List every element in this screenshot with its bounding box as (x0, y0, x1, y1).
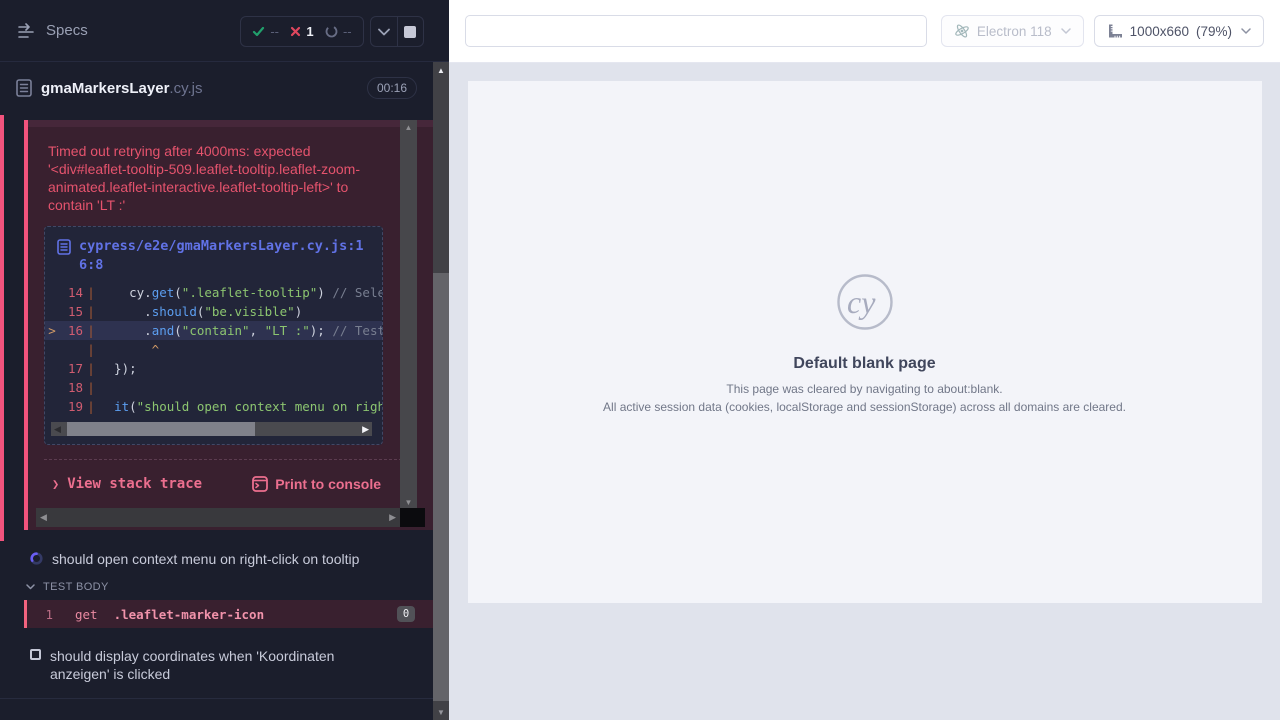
run-controls (370, 16, 424, 47)
error-message: Timed out retrying after 4000ms: expecte… (48, 142, 391, 214)
viewport-selector[interactable]: 1000x660 (79%) (1094, 15, 1264, 47)
spec-file-icon (16, 79, 32, 97)
svg-text:cy: cy (847, 284, 876, 320)
aut-blank-page: cy Default blank page This page was clea… (468, 81, 1262, 603)
command-row[interactable]: 1 get .leaflet-marker-icon 0 (24, 600, 433, 628)
stop-icon (404, 26, 416, 38)
code-line: 18| (45, 378, 382, 397)
specs-menu-icon[interactable] (16, 23, 36, 39)
stat-passed: -- (252, 24, 279, 39)
blank-page-line2: All active session data (cookies, localS… (603, 400, 1126, 414)
error-vertical-scrollbar[interactable]: ▲ ▼ (400, 120, 417, 510)
browser-selector[interactable]: Electron 118 (941, 15, 1084, 47)
code-line: 14| cy.get(".leaflet-tooltip") // Sele (45, 283, 382, 302)
error-footer: ❯View stack trace Print to console (28, 476, 433, 492)
stat-pending: -- (325, 24, 352, 39)
reporter-panel: Specs -- 1 (0, 0, 449, 720)
code-frame: cypress/e2e/gmaMarkersLayer.cy.js:16:8 1… (44, 226, 383, 445)
not-run-square-icon (30, 649, 41, 660)
collapse-button[interactable] (371, 17, 397, 46)
chevron-right-icon: ❯ (52, 477, 59, 491)
spec-timer-badge: 00:16 (367, 77, 417, 99)
code-rows: 14| cy.get(".leaflet-tooltip") // Sele15… (45, 283, 382, 416)
scroll-up-arrow-icon[interactable]: ▲ (405, 123, 413, 132)
test-stats: -- 1 -- (240, 16, 364, 47)
console-icon (252, 476, 268, 492)
scroll-right-arrow-icon[interactable]: ▶ (362, 422, 369, 436)
scroll-down-arrow-icon[interactable]: ▼ (433, 708, 449, 717)
test-body-label: TEST BODY (43, 581, 109, 593)
spec-extension: .cy.js (169, 80, 202, 97)
cypress-app: Specs -- 1 (0, 0, 1280, 720)
scroll-left-arrow-icon[interactable]: ◀ (40, 512, 47, 523)
pending-circle-icon (325, 25, 338, 38)
test-list: should open context menu on right-click … (0, 542, 433, 699)
code-line: 19| it("should open context menu on righ (45, 397, 382, 416)
test-title: should open context menu on right-click … (52, 550, 359, 568)
scrollbar-corner (400, 508, 425, 527)
test-body-section[interactable]: TEST BODY (0, 574, 433, 600)
spec-bar: gmaMarkersLayer.cy.js 00:16 (0, 62, 433, 114)
browser-label: Electron 118 (977, 24, 1052, 39)
cypress-logo: cy (834, 271, 896, 333)
code-line: | ^ (45, 340, 382, 359)
error-divider (44, 459, 417, 460)
error-top-strip (28, 120, 433, 127)
specs-label: Specs (46, 22, 88, 39)
check-icon (252, 25, 265, 38)
code-line: 15| .should("be.visible") (45, 302, 382, 321)
ruler-icon (1107, 23, 1123, 39)
print-to-console-button[interactable]: Print to console (252, 476, 381, 492)
stop-button[interactable] (398, 17, 424, 46)
scroll-right-arrow-icon[interactable]: ▶ (389, 512, 396, 523)
chevron-down-icon (1061, 28, 1071, 35)
url-input[interactable] (465, 15, 927, 47)
scroll-up-arrow-icon[interactable]: ▲ (433, 66, 449, 75)
test-error-block: Timed out retrying after 4000ms: expecte… (24, 120, 433, 530)
viewport-scale: (79%) (1196, 24, 1232, 39)
electron-icon (954, 23, 970, 39)
reporter-scrollbar-thumb[interactable] (433, 273, 449, 701)
code-horizontal-scrollbar[interactable]: ◀ ▶ (51, 422, 372, 436)
stat-failed: 1 (290, 24, 313, 39)
file-icon (57, 237, 71, 275)
reporter-scrollbar[interactable]: ▲ ▼ (433, 62, 449, 720)
aut-panel: Electron 118 1000x660 (79%) (449, 0, 1280, 720)
code-frame-file-link[interactable]: cypress/e2e/gmaMarkersLayer.cy.js:16:8 (45, 237, 382, 275)
passed-count: -- (270, 24, 279, 39)
list-separator (0, 698, 433, 699)
failed-test-region: Timed out retrying after 4000ms: expecte… (0, 115, 433, 542)
aut-body: cy Default blank page This page was clea… (449, 63, 1280, 720)
code-line: >16| .and("contain", "LT :"); // Test (45, 321, 382, 340)
spinner-icon (30, 552, 43, 568)
command-number: 1 (27, 607, 53, 622)
pending-count: -- (343, 24, 352, 39)
command-message: .leaflet-marker-icon (114, 607, 265, 622)
chevron-down-icon (378, 28, 390, 36)
command-method: get (75, 607, 98, 622)
test-title: should display coordinates when 'Koordin… (50, 647, 373, 683)
view-stack-trace-link[interactable]: ❯View stack trace (52, 476, 202, 492)
aut-header: Electron 118 1000x660 (79%) (449, 0, 1280, 63)
test-item-not-run[interactable]: should display coordinates when 'Koordin… (0, 639, 433, 689)
chevron-down-icon (1241, 28, 1251, 35)
command-elements-badge: 0 (397, 606, 415, 622)
code-hscroll-thumb[interactable] (67, 422, 255, 436)
x-icon (290, 26, 301, 37)
blank-page-line1: This page was cleared by navigating to a… (726, 382, 1002, 396)
scroll-down-arrow-icon[interactable]: ▼ (405, 498, 413, 507)
scroll-left-arrow-icon[interactable]: ◀ (54, 422, 61, 436)
code-frame-filename: cypress/e2e/gmaMarkersLayer.cy.js:16:8 (79, 237, 370, 275)
blank-page-title: Default blank page (793, 355, 935, 373)
specs-menu[interactable]: Specs (0, 22, 88, 39)
failed-test-indicator-bar (0, 115, 4, 541)
test-item-running[interactable]: should open context menu on right-click … (0, 542, 433, 574)
code-line: 17| }); (45, 359, 382, 378)
error-horizontal-scrollbar[interactable]: ◀ ▶ (36, 508, 400, 527)
reporter-header: Specs -- 1 (0, 0, 449, 62)
viewport-size: 1000x660 (1130, 24, 1189, 39)
spec-name: gmaMarkersLayer (41, 80, 169, 97)
failed-count: 1 (306, 24, 313, 39)
chevron-down-icon (26, 584, 35, 590)
